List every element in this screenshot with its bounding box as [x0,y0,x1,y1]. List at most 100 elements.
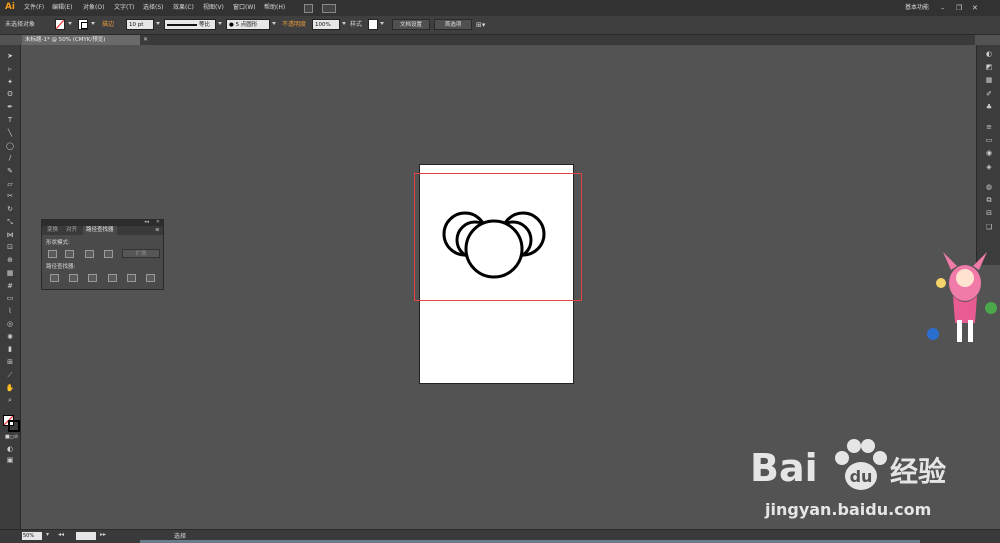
opacity-dropdown-icon[interactable] [342,22,346,25]
type-tool-icon[interactable]: T [5,116,15,124]
direct-selection-tool-icon[interactable]: ▹ [5,65,15,73]
tab-pathfinder[interactable]: 路径查找器 [83,226,117,235]
prev-artboard-icon[interactable]: ◂◂ [58,531,64,538]
style-dropdown-icon[interactable] [380,22,384,25]
artboard-tool-icon[interactable]: ⊞ [5,358,15,366]
zoom-tool-icon[interactable]: ⌕ [5,396,15,404]
width-tool-icon[interactable]: ⋈ [5,231,15,239]
style-swatch[interactable] [368,19,378,30]
menu-object[interactable]: 对象(O) [83,0,104,16]
stroke-label[interactable]: 描边 [102,16,114,34]
crop-icon[interactable] [108,274,117,282]
transparency-panel-icon[interactable]: ◉ [984,149,994,157]
opacity-label[interactable]: 不透明度 [282,16,306,34]
intersect-icon[interactable] [85,250,94,258]
stroke-panel-icon[interactable]: ≡ [984,123,994,131]
minus-back-icon[interactable] [146,274,155,282]
outline-icon[interactable] [127,274,136,282]
preferences-button[interactable]: 首选项 [434,19,472,30]
menu-select[interactable]: 选择(S) [143,0,164,16]
perspective-grid-tool-icon[interactable]: ▦ [5,269,15,277]
paintbrush-tool-icon[interactable]: ∕ [5,154,15,162]
exclude-icon[interactable] [104,250,113,258]
minimize-icon[interactable]: – [941,0,945,16]
scissors-tool-icon[interactable]: ✂ [5,192,15,200]
lasso-tool-icon[interactable]: ʘ [5,90,15,98]
divide-icon[interactable] [50,274,59,282]
menu-effect[interactable]: 效果(C) [173,0,194,16]
collapse-panel-icon[interactable]: ◂◂ [144,219,149,225]
pen-tool-icon[interactable]: ✒ [5,103,15,111]
magic-wand-tool-icon[interactable]: ✦ [5,78,15,86]
stroke-profile-dropdown-icon[interactable] [218,22,222,25]
eyedropper-tool-icon[interactable]: ⌇ [5,307,15,315]
document-tab[interactable]: 未标题-1* @ 50% (CMYK/预览) [22,35,140,45]
symbol-sprayer-tool-icon[interactable]: ✺ [5,333,15,341]
gradient-tool-icon[interactable]: ▭ [5,294,15,302]
arrange-documents-icon[interactable] [322,4,336,13]
eraser-tool-icon[interactable]: ▱ [5,180,15,188]
stroke-weight-dropdown-icon[interactable] [156,22,160,25]
brush-dropdown-icon[interactable] [272,22,276,25]
line-tool-icon[interactable]: ╲ [5,129,15,137]
column-graph-tool-icon[interactable]: ▮ [5,345,15,353]
menu-type[interactable]: 文字(T) [114,0,134,16]
drawing-modes-icon[interactable]: ◐ [5,445,15,453]
appearance-panel-icon[interactable]: ◈ [984,163,994,171]
slice-tool-icon[interactable]: ⟋ [5,371,15,379]
fill-dropdown-icon[interactable] [68,22,72,25]
close-panel-icon[interactable]: ✕ [156,219,160,225]
merge-icon[interactable] [88,274,97,282]
rotate-tool-icon[interactable]: ↻ [5,205,15,213]
panel-menu-icon[interactable]: ⊞▾ [476,16,485,34]
shape-builder-tool-icon[interactable]: ⊕ [5,256,15,264]
swatches-panel-icon[interactable]: ▦ [984,76,994,84]
brushes-panel-icon[interactable]: ✐ [984,90,994,98]
links-panel-icon[interactable]: ❏ [984,223,994,231]
pencil-tool-icon[interactable]: ✎ [5,167,15,175]
menu-edit[interactable]: 编辑(E) [52,0,72,16]
artboards-panel-icon[interactable]: ⊟ [984,209,994,217]
artboard-number-field[interactable] [76,532,96,540]
stroke-color-icon[interactable] [8,420,20,432]
close-icon[interactable]: ✕ [972,0,978,16]
menu-window[interactable]: 窗口(W) [233,0,256,16]
panel-menu-icon[interactable]: ≡ [152,226,163,235]
restore-icon[interactable]: ❐ [956,0,962,16]
menu-view[interactable]: 视图(V) [203,0,224,16]
stroke-profile-field[interactable]: 等比 [164,19,216,30]
layers-panel-icon[interactable]: ⧉ [984,196,994,204]
expand-button[interactable]: 扩展 [122,249,160,258]
unite-icon[interactable] [48,250,57,258]
color-panel-icon[interactable]: ◐ [984,50,994,58]
document-setup-button[interactable]: 文档设置 [392,19,430,30]
tab-transform[interactable]: 变换 [44,226,61,235]
bridge-icon[interactable] [304,4,313,13]
next-artboard-icon[interactable]: ▸▸ [100,531,106,538]
selection-tool-icon[interactable]: ➤ [5,52,15,60]
zoom-field[interactable]: 50% [22,532,42,540]
ellipse-tool-icon[interactable]: ◯ [5,142,15,150]
gradient-panel-icon[interactable]: ▭ [984,136,994,144]
screen-mode-icon[interactable]: ▣ [5,456,15,464]
scale-tool-icon[interactable]: ⤡ [5,218,15,226]
blend-tool-icon[interactable]: ◎ [5,320,15,328]
menu-help[interactable]: 帮助(H) [264,0,285,16]
stroke-weight-field[interactable]: 10 pt [126,19,154,30]
color-guide-icon[interactable]: ◩ [984,63,994,71]
color-modes-icon[interactable]: ■◻⊘ [5,433,18,441]
free-transform-tool-icon[interactable]: ⊡ [5,243,15,251]
tab-align[interactable]: 对齐 [63,226,80,235]
zoom-dropdown-icon[interactable]: ▾ [46,531,49,538]
opacity-field[interactable]: 100% [312,19,340,30]
hand-tool-icon[interactable]: ✋ [5,384,15,392]
workspace-switcher[interactable]: 基本功能 [905,0,929,16]
mesh-tool-icon[interactable]: # [5,282,15,290]
symbols-panel-icon[interactable]: ♣ [984,103,994,111]
stroke-swatch[interactable] [78,19,88,30]
brush-field[interactable]: ● 5 点圆形 [226,19,270,30]
minus-front-icon[interactable] [65,250,74,258]
menu-file[interactable]: 文件(F) [24,0,44,16]
trim-icon[interactable] [69,274,78,282]
fill-swatch[interactable] [55,19,65,30]
